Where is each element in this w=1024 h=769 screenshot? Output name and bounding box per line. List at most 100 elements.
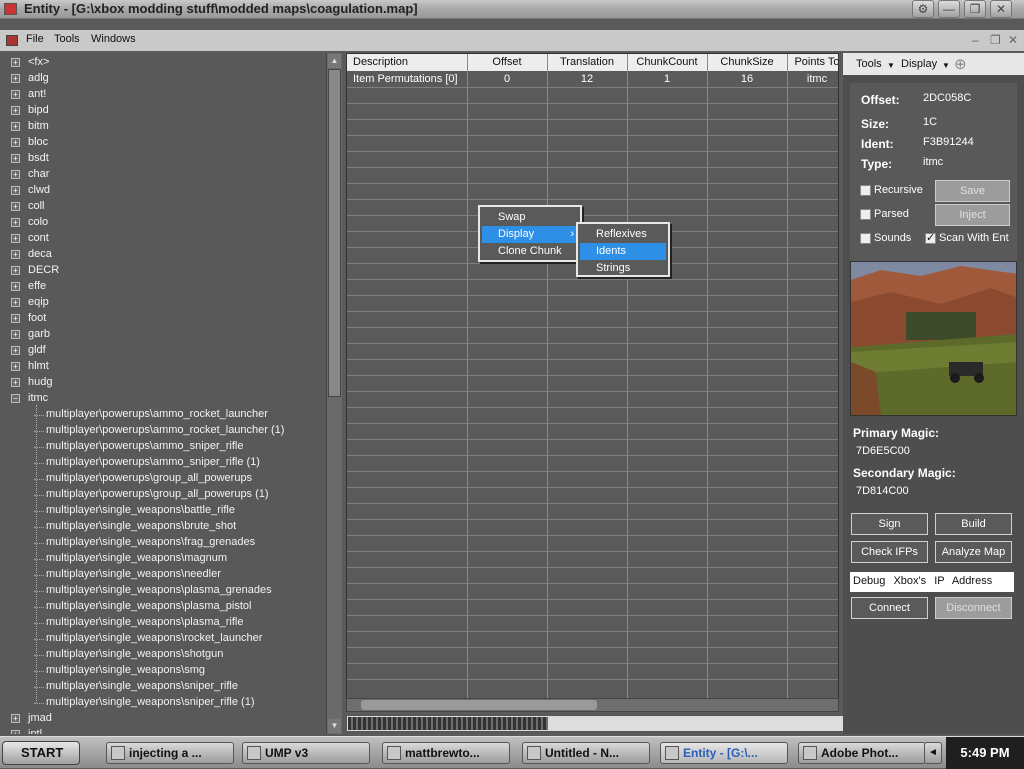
mdi-child-icon[interactable] bbox=[6, 35, 18, 46]
expand-icon[interactable]: + bbox=[11, 250, 20, 259]
expand-icon[interactable]: + bbox=[11, 266, 20, 275]
build-button[interactable]: Build bbox=[935, 513, 1012, 535]
parsed-checkbox[interactable] bbox=[860, 209, 871, 220]
table-cell[interactable]: 16 bbox=[707, 73, 787, 85]
expand-icon[interactable]: + bbox=[11, 58, 20, 67]
expand-icon[interactable]: + bbox=[11, 106, 20, 115]
expand-icon[interactable]: + bbox=[11, 298, 20, 307]
menu-item-swap[interactable]: Swap bbox=[482, 209, 578, 226]
tag-tree[interactable]: + <fx> + adlg + ant! + bipd + bitm + bloc + bsdt + char… bbox=[0, 53, 342, 734]
column-header[interactable]: Description bbox=[353, 56, 408, 68]
expand-icon[interactable]: + bbox=[11, 90, 20, 99]
dropdown-arrow-icon[interactable]: ▼ bbox=[887, 61, 895, 70]
tree-connector bbox=[36, 405, 37, 703]
tree-node-label: multiplayer\single_weapons\smg bbox=[46, 664, 205, 676]
expand-icon[interactable]: + bbox=[11, 314, 20, 323]
mdi-minimize-icon[interactable]: – bbox=[972, 33, 979, 47]
save-button[interactable]: Save bbox=[935, 180, 1010, 202]
map-preview-image bbox=[850, 261, 1017, 416]
tree-node-label: bitm bbox=[28, 120, 49, 132]
table-cell[interactable]: 12 bbox=[547, 73, 627, 85]
grid-horizontal-scrollbar[interactable] bbox=[346, 698, 839, 712]
taskbar: START injecting a ... UMP v3 mattbrewto...… bbox=[0, 736, 1024, 769]
add-icon[interactable]: ⊕ bbox=[954, 55, 967, 73]
expand-icon[interactable]: + bbox=[11, 730, 20, 734]
minimize-button[interactable]: — bbox=[938, 0, 960, 18]
sign-button[interactable]: Sign bbox=[851, 513, 928, 535]
sounds-checkbox[interactable] bbox=[860, 233, 871, 244]
expand-icon[interactable]: + bbox=[11, 714, 20, 723]
mdi-close-icon[interactable]: ✕ bbox=[1008, 33, 1018, 47]
taskbar-item-label: Untitled - N... bbox=[545, 746, 619, 760]
expand-icon[interactable]: + bbox=[11, 122, 20, 131]
column-header[interactable]: Points To bbox=[787, 56, 838, 68]
scrollbar-thumb[interactable] bbox=[361, 700, 597, 710]
menu-bar: File Tools Windows – ❐ ✕ bbox=[0, 30, 1024, 51]
info-panel: Tools ▼ Display ▼ ⊕ Offset: 2DC058C Size… bbox=[843, 53, 1024, 734]
toolbar-tools[interactable]: Tools bbox=[856, 58, 882, 70]
row-divider bbox=[347, 87, 838, 88]
taskbar-item[interactable]: Untitled - N... bbox=[522, 742, 650, 764]
expand-icon[interactable]: + bbox=[11, 346, 20, 355]
check-ifps-button[interactable]: Check IFPs bbox=[851, 541, 928, 563]
expand-icon[interactable]: + bbox=[11, 282, 20, 291]
toolbar-display[interactable]: Display bbox=[901, 58, 937, 70]
expand-icon[interactable]: + bbox=[11, 378, 20, 387]
chunk-grid[interactable]: Description Offset Translation ChunkCount Ch… bbox=[346, 53, 839, 699]
collapse-icon[interactable]: − bbox=[11, 394, 20, 403]
taskbar-item[interactable]: Entity - [G:\... bbox=[660, 742, 788, 764]
dropdown-arrow-icon[interactable]: ▼ bbox=[942, 61, 950, 70]
taskbar-item[interactable]: mattbrewto... bbox=[382, 742, 510, 764]
inject-button[interactable]: Inject bbox=[935, 204, 1010, 226]
expand-icon[interactable]: + bbox=[11, 186, 20, 195]
menu-item-display[interactable]: Display › bbox=[482, 226, 578, 243]
expand-icon[interactable]: + bbox=[11, 170, 20, 179]
table-cell[interactable]: itmc bbox=[787, 73, 838, 85]
connect-button[interactable]: Connect bbox=[851, 597, 928, 619]
taskbar-scroll-icon[interactable]: ◄ bbox=[924, 742, 942, 764]
scroll-up-icon[interactable]: ▲ bbox=[328, 54, 341, 68]
column-header[interactable]: ChunkSize bbox=[707, 56, 787, 68]
menu-item-clone-chunk[interactable]: Clone Chunk bbox=[482, 243, 578, 260]
submenu-item-strings[interactable]: Strings bbox=[580, 260, 666, 277]
column-header[interactable]: ChunkCount bbox=[627, 56, 707, 68]
submenu-item-reflexives[interactable]: Reflexives bbox=[580, 226, 666, 243]
scan-with-ent-checkbox[interactable] bbox=[925, 231, 936, 244]
help-button[interactable]: ⚙ bbox=[912, 0, 934, 18]
tree-node-label: multiplayer\single_weapons\needler bbox=[46, 568, 221, 580]
taskbar-item[interactable]: injecting a ... bbox=[106, 742, 234, 764]
scrollbar-thumb[interactable] bbox=[328, 69, 341, 397]
expand-icon[interactable]: + bbox=[11, 138, 20, 147]
expand-icon[interactable]: + bbox=[11, 74, 20, 83]
table-cell[interactable]: Item Permutations [0] bbox=[353, 73, 458, 85]
maximize-button[interactable]: ❐ bbox=[964, 0, 986, 18]
menu-tools[interactable]: Tools bbox=[54, 33, 80, 45]
tree-scrollbar[interactable]: ▲ ▼ bbox=[326, 53, 342, 734]
mdi-restore-icon[interactable]: ❐ bbox=[990, 33, 1001, 47]
submenu-item-idents[interactable]: Idents bbox=[580, 243, 666, 260]
start-button[interactable]: START bbox=[2, 741, 80, 765]
menu-file[interactable]: File bbox=[26, 33, 44, 45]
expand-icon[interactable]: + bbox=[11, 234, 20, 243]
analyze-map-button[interactable]: Analyze Map bbox=[935, 541, 1012, 563]
disconnect-button[interactable]: Disconnect bbox=[935, 597, 1012, 619]
taskbar-item[interactable]: Adobe Phot... bbox=[798, 742, 926, 764]
expand-icon[interactable]: + bbox=[11, 362, 20, 371]
close-button[interactable]: ✕ bbox=[990, 0, 1012, 18]
recursive-checkbox[interactable] bbox=[860, 185, 871, 196]
table-cell[interactable]: 0 bbox=[467, 73, 547, 85]
column-header[interactable]: Offset bbox=[467, 56, 547, 68]
row-divider bbox=[347, 167, 838, 168]
taskbar-item-label: injecting a ... bbox=[129, 746, 202, 760]
column-header[interactable]: Translation bbox=[547, 56, 627, 68]
scroll-down-icon[interactable]: ▼ bbox=[328, 719, 341, 733]
table-cell[interactable]: 1 bbox=[627, 73, 707, 85]
taskbar-item[interactable]: UMP v3 bbox=[242, 742, 370, 764]
expand-icon[interactable]: + bbox=[11, 202, 20, 211]
row-divider bbox=[347, 439, 838, 440]
expand-icon[interactable]: + bbox=[11, 330, 20, 339]
menu-windows[interactable]: Windows bbox=[91, 33, 136, 45]
xbox-ip-address-field[interactable]: Debug Xbox's IP Address bbox=[850, 572, 1014, 592]
expand-icon[interactable]: + bbox=[11, 218, 20, 227]
expand-icon[interactable]: + bbox=[11, 154, 20, 163]
